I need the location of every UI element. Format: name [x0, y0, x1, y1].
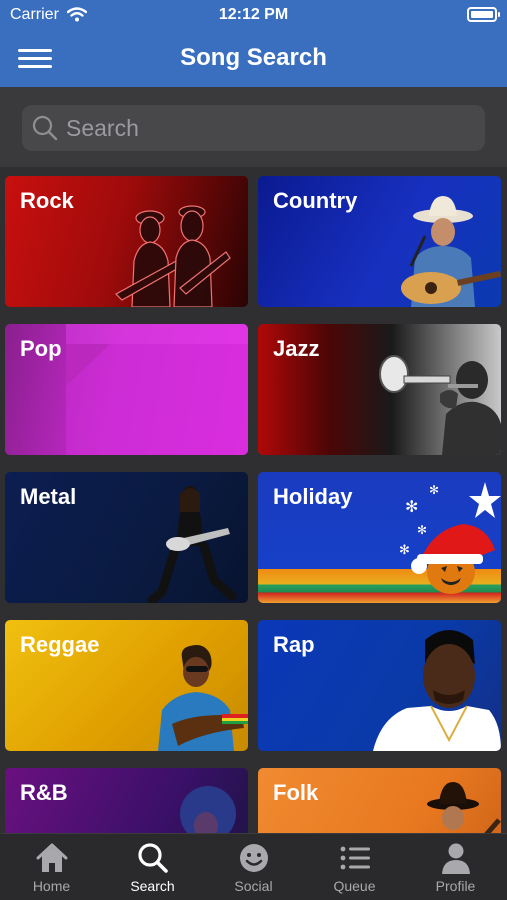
search-input[interactable] — [66, 113, 466, 143]
genre-label: Jazz — [273, 336, 320, 361]
jazz-trumpeter-image — [379, 355, 501, 455]
genre-label: Rap — [273, 632, 315, 657]
tab-social[interactable]: Social — [203, 834, 304, 900]
folk-musician-image — [427, 782, 501, 833]
genre-tile-pop[interactable]: Pop — [5, 324, 248, 455]
genre-label: R&B — [20, 780, 68, 805]
genre-tile-rock[interactable]: Rock — [5, 176, 248, 307]
tab-queue[interactable]: Queue — [304, 834, 405, 900]
clock: 12:12 PM — [218, 6, 289, 23]
search-field[interactable] — [22, 105, 485, 151]
genre-tile-rap[interactable]: Rap — [258, 620, 501, 751]
battery-icon — [467, 7, 500, 22]
genre-grid: Rock Country Pop Jazz Metal Holiday ✻ ✻ … — [0, 167, 507, 833]
tab-label: Social — [234, 878, 273, 894]
tab-bar: Home Search Social Queue Profile — [0, 833, 507, 900]
svg-text:✻: ✻ — [399, 543, 410, 558]
pop-abstract-image — [66, 324, 248, 455]
genre-tile-jazz[interactable]: Jazz — [258, 324, 501, 455]
rap-artist-image — [373, 630, 501, 751]
genre-label: Pop — [20, 336, 62, 361]
genre-label: Metal — [20, 484, 77, 509]
list-icon — [340, 846, 370, 870]
svg-text:✻: ✻ — [405, 497, 418, 516]
genre-label: Country — [273, 188, 358, 213]
tab-label: Home — [32, 878, 71, 894]
country-singer-image — [401, 196, 501, 307]
reggae-singer-image — [158, 645, 248, 751]
navigation-bar: Song Search — [0, 30, 507, 87]
genre-tile-country[interactable]: Country — [258, 176, 501, 307]
holiday-santa-hat-image: ✻ ✻ ✻ ✻ — [399, 482, 501, 594]
status-bar: Carrier 12:12 PM — [0, 0, 507, 30]
page-title: Song Search — [180, 44, 327, 71]
search-icon — [32, 115, 58, 141]
svg-text:✻: ✻ — [417, 523, 427, 537]
metal-guitarist-image — [147, 486, 237, 603]
genre-tile-folk[interactable]: Folk — [258, 768, 501, 833]
tab-label: Search — [130, 878, 175, 894]
tab-label: Queue — [333, 878, 376, 894]
search-icon — [138, 843, 168, 873]
genre-label: Reggae — [20, 632, 100, 657]
rnb-singer-image — [180, 786, 236, 833]
tab-label: Profile — [435, 878, 476, 894]
smiley-icon — [240, 844, 268, 872]
genre-label: Rock — [20, 188, 74, 213]
person-icon — [442, 843, 470, 874]
tab-search[interactable]: Search — [102, 834, 203, 900]
genre-tile-reggae[interactable]: Reggae — [5, 620, 248, 751]
rock-guitarists-image — [115, 205, 231, 307]
tab-profile[interactable]: Profile — [405, 834, 506, 900]
genre-label: Holiday — [273, 484, 353, 509]
svg-text:✻: ✻ — [429, 483, 439, 497]
search-area — [0, 87, 507, 167]
genre-label: Folk — [273, 780, 319, 805]
genre-tile-rnb[interactable]: R&B — [5, 768, 248, 833]
genre-tile-holiday[interactable]: Holiday ✻ ✻ ✻ ✻ — [258, 472, 501, 603]
tab-home[interactable]: Home — [1, 834, 102, 900]
home-icon — [36, 843, 68, 872]
genre-tile-metal[interactable]: Metal — [5, 472, 248, 603]
